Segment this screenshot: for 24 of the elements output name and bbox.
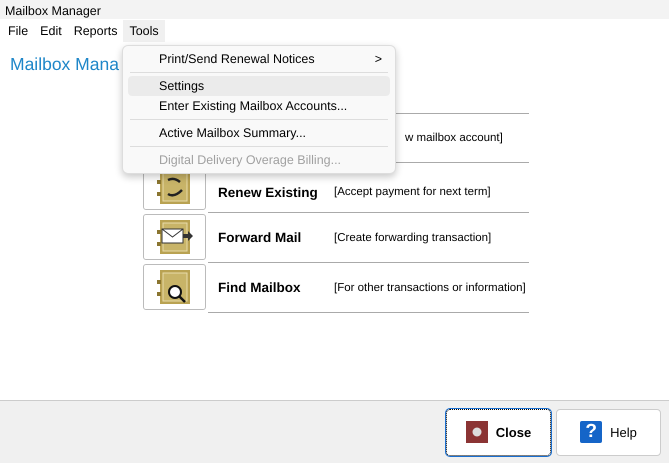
menu-item[interactable]: Tools bbox=[123, 20, 165, 42]
menu-option[interactable]: Enter Existing Mailbox Accounts... bbox=[128, 96, 390, 116]
action-name: Forward Mail bbox=[218, 230, 302, 245]
action-description: w mailbox account] bbox=[405, 132, 503, 144]
action-button[interactable] bbox=[143, 214, 206, 260]
action-description: [Create forwarding transaction] bbox=[334, 232, 492, 244]
window-title: Mailbox Manager bbox=[0, 0, 669, 19]
menu-item[interactable]: Reports bbox=[68, 20, 124, 42]
page-heading: Mailbox Mana bbox=[10, 54, 119, 74]
help-button[interactable]: ? Help bbox=[556, 408, 661, 456]
menu-option[interactable]: Print/Send Renewal Notices > bbox=[128, 49, 390, 69]
submenu-arrow-icon: > bbox=[374, 49, 382, 69]
action-name: Renew Existing bbox=[218, 184, 319, 200]
menu-item[interactable]: File bbox=[2, 20, 34, 42]
menu-item[interactable]: Edit bbox=[34, 20, 68, 42]
action-name: Find Mailbox bbox=[218, 280, 302, 295]
action-description: [Accept payment for next term] bbox=[334, 186, 491, 198]
menu-option[interactable]: Active Mailbox Summary... bbox=[128, 123, 390, 143]
action-description: [For other transactions or information] bbox=[334, 282, 526, 294]
menu-option[interactable]: Settings bbox=[128, 76, 390, 96]
close-button[interactable]: Close bbox=[446, 408, 551, 456]
help-icon: ? bbox=[580, 421, 602, 443]
action-button[interactable] bbox=[143, 264, 206, 310]
stop-icon bbox=[466, 421, 488, 443]
